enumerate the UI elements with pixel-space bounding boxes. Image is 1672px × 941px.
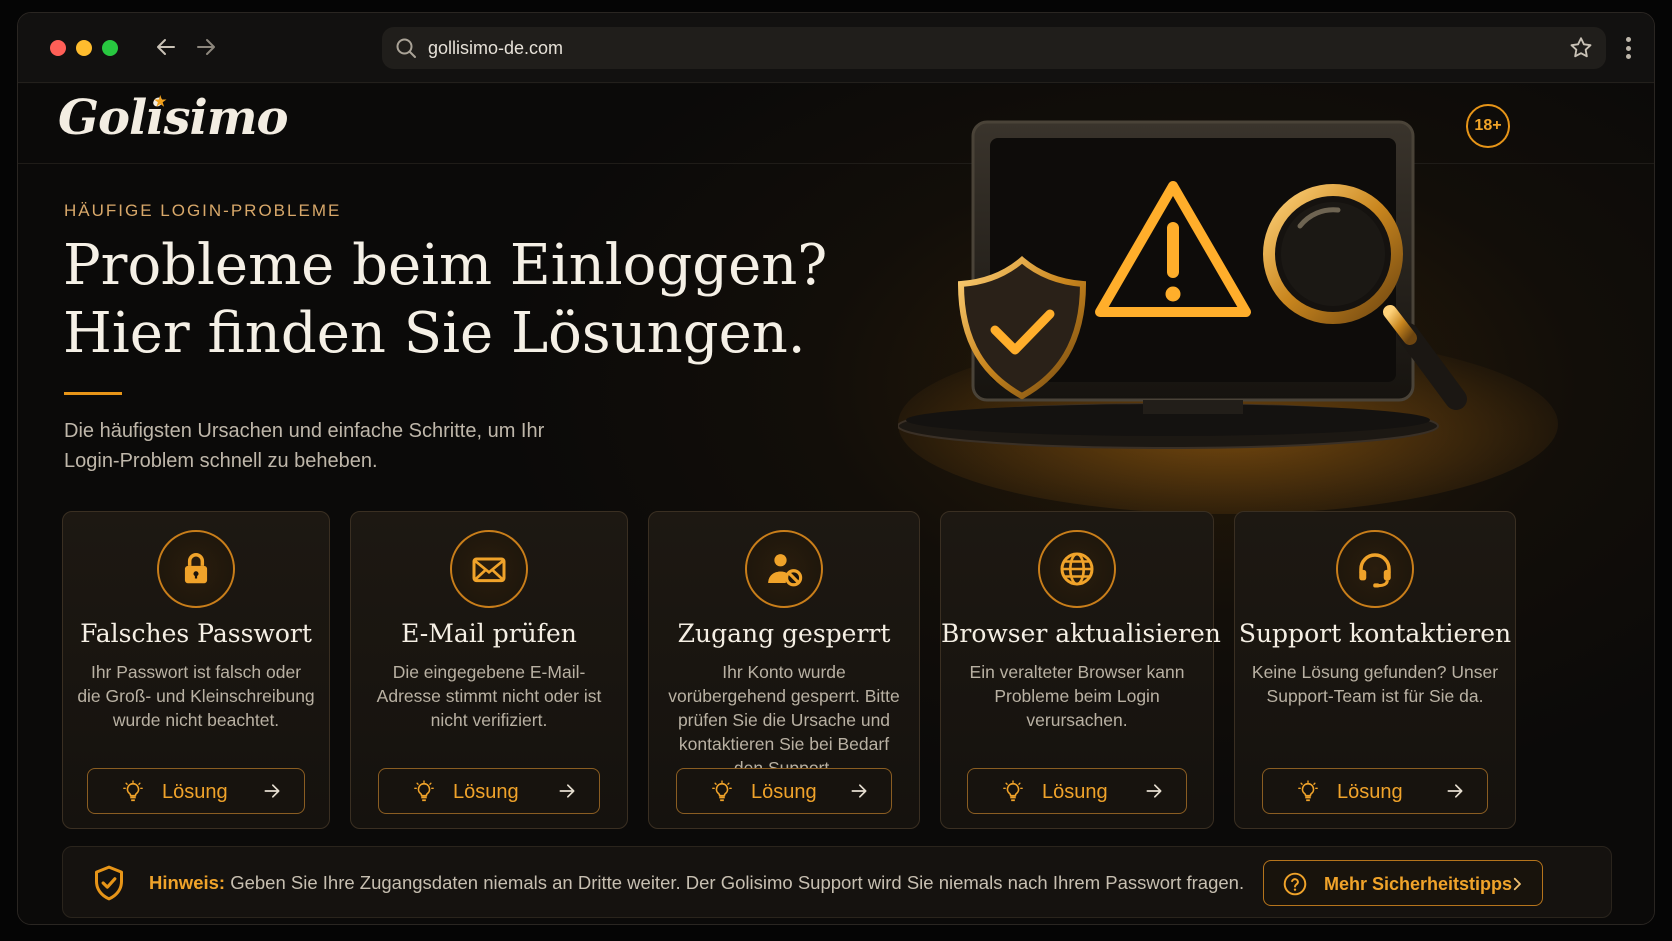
- problem-cards: Falsches Passwort Ihr Passwort ist falsc…: [62, 511, 1612, 829]
- url-text[interactable]: gollisimo-de.com: [428, 38, 563, 59]
- accent-divider: [64, 392, 122, 395]
- minimize-window-button[interactable]: [76, 40, 92, 56]
- hero-illustration: [898, 120, 1558, 514]
- solution-label: Lösung: [162, 781, 228, 803]
- more-tips-label: Mehr Sicherheitstipps: [1324, 874, 1513, 894]
- notice-text: Hinweis: Geben Sie Ihre Zugangsdaten nie…: [149, 872, 1244, 894]
- address-bar[interactable]: gollisimo-de.com: [382, 27, 1606, 69]
- security-notice: Hinweis: Geben Sie Ihre Zugangsdaten nie…: [62, 846, 1612, 918]
- forward-arrow-icon[interactable]: [192, 33, 220, 61]
- card-title: Zugang gesperrt: [677, 619, 891, 648]
- lock-icon: [157, 530, 235, 608]
- help-circle-icon: [1282, 871, 1308, 902]
- star-icon[interactable]: [1568, 35, 1594, 66]
- chevron-right-icon: [1508, 874, 1526, 899]
- arrow-right-icon: [849, 781, 869, 806]
- solution-button[interactable]: Lösung: [1262, 768, 1488, 814]
- card-contact-support: Support kontaktieren Keine Lösung gefund…: [1234, 511, 1516, 829]
- notice-body: Geben Sie Ihre Zugangsdaten niemals an D…: [225, 872, 1245, 893]
- lightbulb-icon: [413, 780, 435, 809]
- notice-label: Hinweis:: [149, 872, 226, 893]
- solution-button[interactable]: Lösung: [87, 768, 305, 814]
- site-logo[interactable]: Golisimo ★: [58, 90, 289, 146]
- lightbulb-icon: [1297, 780, 1319, 809]
- back-arrow-icon[interactable]: [152, 33, 180, 61]
- lightbulb-icon: [1002, 780, 1024, 809]
- title-line-1: Probleme beim Einloggen?: [63, 233, 828, 298]
- shield-check-icon: [89, 862, 129, 909]
- hero-subtext: Die häufigsten Ursachen und einfache Sch…: [64, 420, 545, 472]
- maximize-window-button[interactable]: [102, 40, 118, 56]
- card-check-email: E-Mail prüfen Die eingegebene E-Mail-Adr…: [350, 511, 628, 829]
- solution-label: Lösung: [453, 781, 519, 803]
- page-title: Probleme beim Einloggen? Hier finden Sie…: [63, 232, 843, 368]
- solution-label: Lösung: [1337, 781, 1403, 803]
- mail-icon: [450, 530, 528, 608]
- browser-window: gollisimo-de.com Golisimo ★ 18+ HÄUFIGE L…: [17, 12, 1655, 925]
- card-description: Ihr Konto wurde vorübergehend gesperrt. …: [668, 662, 900, 778]
- card-title: Falsches Passwort: [80, 619, 312, 648]
- arrow-right-icon: [262, 781, 282, 806]
- card-title: Browser aktualisieren: [941, 619, 1221, 648]
- browser-toolbar: gollisimo-de.com: [18, 13, 1654, 83]
- globe-icon: [1038, 530, 1116, 608]
- kebab-menu-icon[interactable]: [1618, 33, 1638, 63]
- card-description: Ein veralteter Browser kann Probleme bei…: [969, 662, 1185, 730]
- solution-button[interactable]: Lösung: [967, 768, 1187, 814]
- arrow-right-icon: [1144, 781, 1164, 806]
- card-update-browser: Browser aktualisieren Ein veralteter Bro…: [940, 511, 1221, 829]
- search-icon: [394, 36, 418, 65]
- card-description: Keine Lösung gefunden? Unser Support-Tea…: [1251, 662, 1499, 706]
- solution-button[interactable]: Lösung: [676, 768, 892, 814]
- section-eyebrow: HÄUFIGE LOGIN-PROBLEME: [64, 201, 342, 220]
- user-blocked-icon: [745, 530, 823, 608]
- arrow-right-icon: [557, 781, 577, 806]
- title-line-2: Hier finden Sie Lösungen.: [63, 301, 806, 366]
- card-title: E-Mail prüfen: [401, 619, 577, 648]
- card-account-locked: Zugang gesperrt Ihr Konto wurde vorüberg…: [648, 511, 920, 829]
- card-wrong-password: Falsches Passwort Ihr Passwort ist falsc…: [62, 511, 330, 829]
- card-description: Ihr Passwort ist falsch oder die Groß- u…: [77, 662, 315, 730]
- card-description: Die eingegebene E-Mail-Adresse stimmt ni…: [376, 662, 602, 730]
- solution-button[interactable]: Lösung: [378, 768, 600, 814]
- lightbulb-icon: [711, 780, 733, 809]
- more-security-tips-button[interactable]: Mehr Sicherheitstipps: [1263, 860, 1543, 906]
- lightbulb-icon: [122, 780, 144, 809]
- card-title: Support kontaktieren: [1238, 619, 1512, 648]
- solution-label: Lösung: [1042, 781, 1108, 803]
- solution-label: Lösung: [751, 781, 817, 803]
- close-window-button[interactable]: [50, 40, 66, 56]
- arrow-right-icon: [1445, 781, 1465, 806]
- headset-icon: [1336, 530, 1414, 608]
- page-content: Golisimo ★ 18+ HÄUFIGE LOGIN-PROBLEME Pro…: [18, 84, 1654, 924]
- logo-star-icon: ★: [154, 94, 167, 110]
